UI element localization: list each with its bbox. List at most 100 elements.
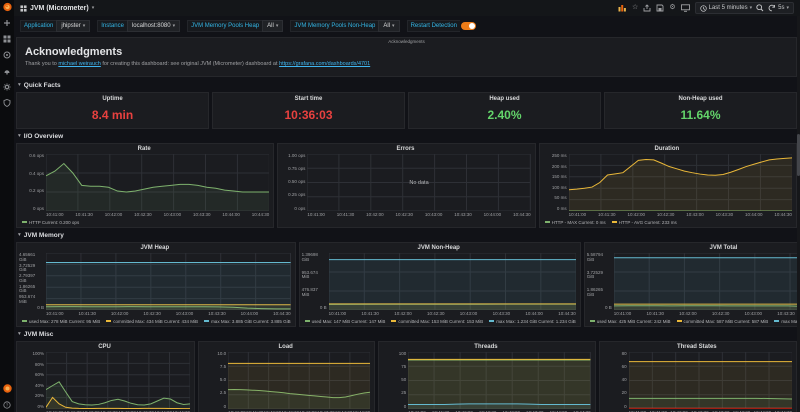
legend-item[interactable]: HTTP - AVG Current: 233 ms (612, 220, 677, 225)
panel-rate: Rate0.6 ops0.4 ops0.2 ops0 ops10:41:0010… (16, 143, 274, 228)
panel-title[interactable]: Threads (381, 343, 590, 352)
star-icon[interactable]: ☆ (632, 4, 638, 12)
panel-title[interactable]: JVM Total (587, 244, 800, 253)
panel-title[interactable]: CPU (19, 343, 190, 352)
y-tick-label: 0.75 ops (288, 167, 305, 172)
share-icon[interactable] (643, 4, 651, 12)
panel-title[interactable]: Duration (542, 145, 792, 154)
acknowledgments-panel-title[interactable]: Acknowledgments (17, 39, 796, 44)
row-title: Quick Facts (24, 82, 61, 89)
legend-marker (106, 320, 111, 322)
x-axis-labels: 10:41:0010:41:3010:42:0010:42:3010:43:00… (614, 310, 800, 317)
chart-canvas (46, 253, 291, 310)
legend-item[interactable]: used Max: 425 MiB Current: 242 MiB (590, 319, 671, 324)
panel-title[interactable]: Rate (19, 145, 269, 154)
variable-label: Instance (97, 20, 127, 32)
legend-item[interactable]: used Max: 278 MiB Current: 95 MiB (22, 319, 100, 324)
panel-title[interactable]: Load (201, 343, 370, 352)
legend-item[interactable]: max Max: 3.885 GiB Current: 3.885 GiB (204, 319, 291, 324)
panel-title[interactable]: JVM Heap (19, 244, 291, 253)
y-tick-label: 100% (32, 352, 44, 357)
row-header-io-overview[interactable]: ▾I/O Overview (18, 132, 797, 140)
variable-value-dropdown[interactable]: All▾ (378, 20, 399, 32)
time-range-label: Last 5 minutes (709, 5, 748, 11)
y-tick-label: 3.72529 GiB (19, 264, 44, 273)
add-panel-icon[interactable] (618, 4, 627, 12)
variable-value-dropdown[interactable]: All▾ (262, 20, 283, 32)
y-tick-label: 2.79397 GiB (19, 274, 44, 283)
refresh-picker[interactable]: 5s ▾ (768, 4, 789, 12)
series-fill-runnable (629, 398, 792, 409)
explore-icon[interactable] (3, 50, 12, 59)
legend-item[interactable]: committed Max: 587 MiB Current: 587 MiB (677, 319, 769, 324)
x-tick-label: 10:43:30 (777, 310, 795, 317)
legend-item[interactable]: used Max: 147 MiB Current: 147 MiB (305, 319, 386, 324)
y-tick-label: 0 ops (294, 207, 305, 212)
chart-body: 1.00 ops0.75 ops0.50 ops0.25 ops0 opsNo … (280, 154, 530, 211)
author-link[interactable]: michael weirauch (58, 61, 101, 67)
y-tick-label: 4.65661 GiB (19, 253, 44, 262)
server-admin-icon[interactable] (3, 98, 12, 107)
y-tick-label: 25 (401, 391, 406, 396)
y-tick-label: 0% (37, 405, 44, 410)
template-variable: Applicationjhipster▾ (20, 20, 90, 32)
chart-legend: used Max: 278 MiB Current: 95 MiB committ… (22, 317, 291, 325)
legend-item[interactable]: committed Max: 434 MiB Current: 434 MiB (106, 319, 198, 324)
chevron-down-icon: ▾ (276, 23, 279, 29)
legend-item[interactable]: HTTP - MAX Current: 0 ms (545, 220, 606, 225)
legend-marker (545, 221, 550, 223)
time-controls: Last 5 minutes ▾ 5s ▾ (695, 2, 794, 14)
x-tick-label: 10:42:00 (111, 310, 129, 317)
row-title: JVM Memory (24, 232, 64, 239)
x-tick-label: 10:42:00 (627, 211, 645, 218)
cycle-view-icon[interactable] (681, 4, 690, 12)
restart-detection-toggle[interactable] (461, 22, 476, 30)
alerting-icon[interactable] (3, 66, 12, 75)
legend-text: HTTP Current: 0.200 ops (29, 220, 79, 225)
stat-panel-value: 10:36:03 (213, 108, 404, 122)
x-tick-label: 10:41:00 (569, 211, 587, 218)
chart-plot-area (228, 352, 370, 409)
stat-panel: Heap used2.40% (408, 92, 601, 129)
variable-value-dropdown[interactable]: localhost:8080▾ (127, 20, 180, 32)
dashboards-icon[interactable] (3, 34, 12, 43)
y-tick-label: 75 (401, 365, 406, 370)
variable-value-dropdown[interactable]: jhipster▾ (56, 20, 90, 32)
chart-plot-area (408, 352, 590, 409)
dashboard-title[interactable]: JVM (Micrometer) (30, 5, 89, 12)
settings-gear-icon[interactable]: ⚙ (669, 4, 675, 12)
panel-thread-states: Thread States80604020010:41:0010:41:3010… (599, 341, 797, 412)
stat-panel-title[interactable]: Uptime (17, 93, 208, 102)
configuration-icon[interactable] (3, 82, 12, 91)
legend-item[interactable]: committed Max: 153 MiB Current: 153 MiB (391, 319, 483, 324)
stat-panel-title[interactable]: Start time (213, 93, 404, 102)
legend-marker (774, 320, 779, 322)
panel-title[interactable]: JVM Non-Heap (302, 244, 576, 253)
chart-body: 0.6 ops0.4 ops0.2 ops0 ops (19, 154, 269, 211)
zoom-out-icon[interactable] (756, 4, 764, 12)
y-tick-label: 3.72529 GiB (587, 271, 612, 280)
legend-marker (590, 320, 595, 322)
row-header-quick-facts[interactable]: ▾Quick Facts (18, 81, 797, 89)
panel-title[interactable]: Errors (280, 145, 530, 154)
y-axis-labels: 1.00 ops0.75 ops0.50 ops0.25 ops0 ops (280, 154, 307, 211)
stat-panel-title[interactable]: Heap used (409, 93, 600, 102)
chart-body: 806040200 (602, 352, 792, 409)
legend-item[interactable]: max Max: 1.234 GiB Current: 1.234 GiB (489, 319, 576, 324)
x-tick-label: 10:42:00 (679, 310, 697, 317)
row-header-jvm-misc[interactable]: ▾JVM Misc (18, 330, 797, 338)
save-icon[interactable] (656, 4, 664, 12)
panel-title[interactable]: Thread States (602, 343, 792, 352)
stat-panel-title[interactable]: Non-Heap used (605, 93, 796, 102)
row-header-jvm-memory[interactable]: ▾JVM Memory (18, 231, 797, 239)
grafana-logo[interactable] (3, 2, 12, 11)
legend-item[interactable]: HTTP Current: 0.200 ops (22, 220, 79, 225)
y-tick-label: 1.39698 GiB (302, 253, 327, 262)
create-icon[interactable] (3, 18, 12, 27)
x-tick-label: 10:44:30 (558, 310, 576, 317)
dashboard-source-link[interactable]: https://grafana.com/dashboards/4701 (279, 61, 370, 67)
help-icon[interactable]: ? (3, 400, 12, 409)
time-range-picker[interactable]: Last 5 minutes ▾ (700, 5, 753, 12)
avatar[interactable] (3, 384, 12, 393)
chart-body: 1.39698 GiB953.674 MiB476.837 MiB0 B (302, 253, 576, 310)
